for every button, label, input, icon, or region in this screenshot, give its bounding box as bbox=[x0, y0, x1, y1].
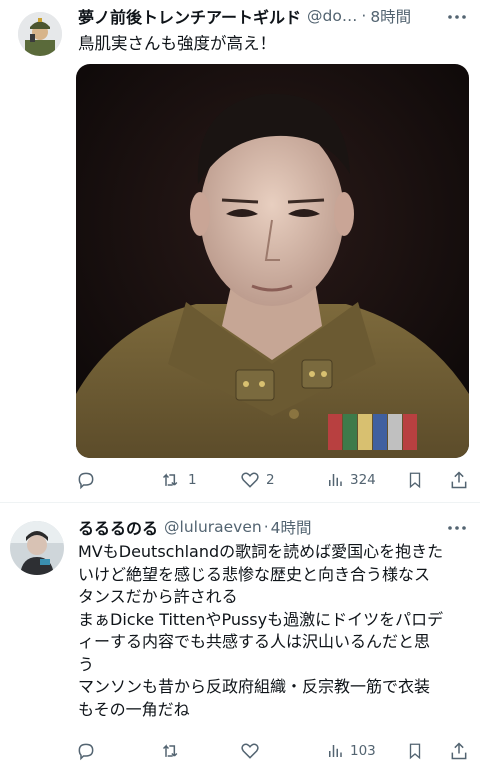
reply-button[interactable] bbox=[76, 737, 102, 765]
more-horizontal-icon bbox=[448, 526, 466, 530]
tweet-text-line: まぁDicke TittenやPussyも過激にドイツをパロデ bbox=[78, 609, 444, 629]
tweet-actions: 1 2 324 bbox=[76, 466, 470, 494]
tweet-text-line: いけど絶望を感じる悲惨な歴史と向き合う様なス bbox=[78, 564, 431, 584]
retweet-icon bbox=[162, 473, 178, 486]
views-button[interactable]: 324 bbox=[326, 466, 376, 494]
separator-dot: · bbox=[263, 518, 269, 536]
avatar-soldier-icon bbox=[18, 12, 62, 56]
author-handle[interactable]: @luluraeven bbox=[164, 518, 262, 536]
tweet-time[interactable]: 8時間 bbox=[370, 5, 411, 27]
tweet-1[interactable]: 夢ノ前後トレンチアートギルド @do… · 8時間 鳥肌実さんも強度が高え！ 1… bbox=[0, 0, 480, 502]
heart-icon bbox=[241, 472, 259, 488]
like-count: 2 bbox=[266, 472, 275, 488]
views-button[interactable]: 103 bbox=[326, 737, 376, 765]
views-count: 103 bbox=[350, 743, 376, 759]
author-handle[interactable]: @do… bbox=[307, 7, 357, 25]
heart-icon bbox=[241, 743, 259, 759]
like-button[interactable] bbox=[240, 737, 266, 765]
tweet-text: 鳥肌実さんも強度が高え！ bbox=[78, 33, 470, 55]
share-icon bbox=[451, 742, 467, 760]
tweet-text-line: 鳥肌実さんも強度が高え！ bbox=[78, 34, 276, 53]
reply-button[interactable] bbox=[76, 466, 102, 494]
tweet-actions: 103 bbox=[76, 737, 470, 765]
avatar-2[interactable] bbox=[10, 521, 64, 575]
author-name[interactable]: 夢ノ前後トレンチアートギルド bbox=[78, 4, 301, 28]
views-count: 324 bbox=[350, 472, 376, 488]
like-button[interactable]: 2 bbox=[240, 466, 275, 494]
views-chart-icon bbox=[329, 474, 342, 486]
more-horizontal-icon bbox=[448, 15, 466, 19]
tweet-time[interactable]: 4時間 bbox=[271, 516, 312, 538]
tweet-text: MVもDeutschlandの歌詞を読めば愛国心を抱きた いけど絶望を感じる悲惨… bbox=[78, 541, 470, 721]
retweet-button[interactable] bbox=[160, 737, 188, 765]
retweet-count: 1 bbox=[188, 472, 197, 488]
separator-dot: · bbox=[361, 7, 367, 25]
tweet-text-line: う bbox=[78, 654, 95, 674]
tweet-text-line: タンスだから許される bbox=[78, 587, 238, 606]
more-button[interactable] bbox=[444, 6, 470, 28]
photo-portrait-uniform-icon bbox=[76, 64, 469, 458]
avatar-person-icon bbox=[10, 521, 64, 575]
tweet-text-line: もその一角だね bbox=[78, 699, 190, 719]
tweet-text-line: ィーする内容でも共感する人は沢山いるんだと思 bbox=[78, 632, 431, 651]
reply-icon bbox=[78, 472, 94, 490]
share-icon bbox=[451, 471, 467, 489]
tweet-2[interactable]: るるるのる @luluraeven · 4時間 MVもDeutschlandの歌… bbox=[0, 503, 480, 769]
tweet-text-line: MVもDeutschlandの歌詞を読めば愛国心を抱きた bbox=[78, 542, 444, 561]
tweet-text-line: マンソンも昔から反政府組織・反宗教一筋で衣装 bbox=[78, 677, 431, 696]
bookmark-icon bbox=[409, 743, 421, 760]
bookmark-button[interactable] bbox=[406, 466, 424, 494]
bookmark-button[interactable] bbox=[406, 737, 424, 765]
share-button[interactable] bbox=[449, 737, 469, 765]
tweet-photo[interactable] bbox=[76, 64, 469, 458]
views-chart-icon bbox=[329, 745, 342, 757]
avatar-1[interactable] bbox=[18, 12, 62, 56]
reply-icon bbox=[78, 743, 94, 761]
share-button[interactable] bbox=[449, 466, 469, 494]
retweet-button[interactable]: 1 bbox=[160, 466, 197, 494]
bookmark-icon bbox=[409, 472, 421, 489]
retweet-icon bbox=[162, 744, 178, 757]
more-button[interactable] bbox=[444, 517, 470, 539]
author-name[interactable]: るるるのる bbox=[78, 515, 158, 539]
